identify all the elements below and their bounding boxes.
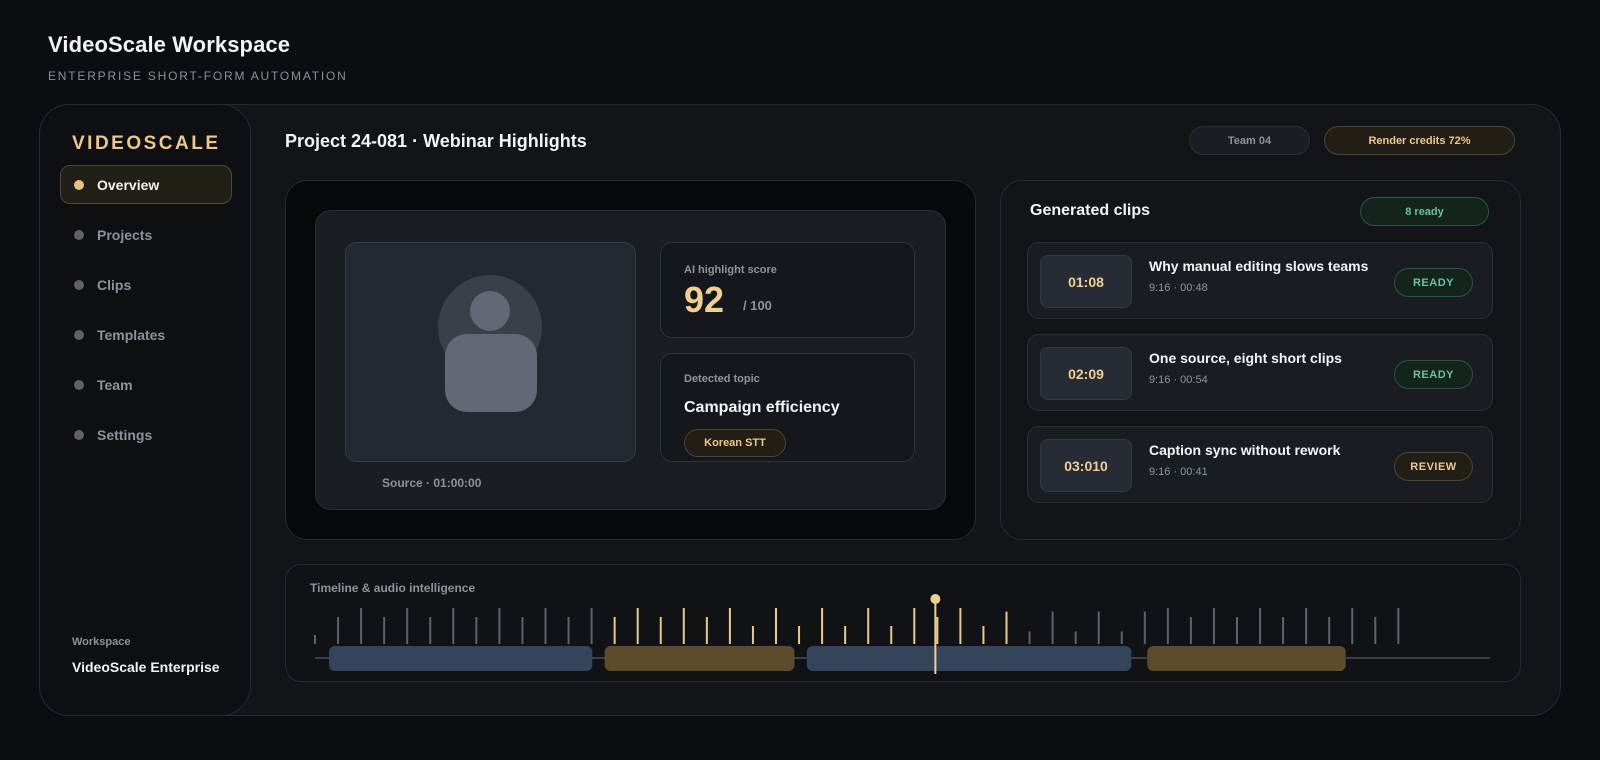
highlight-segment[interactable] — [1147, 646, 1346, 671]
playhead-handle[interactable] — [930, 594, 941, 604]
highlight-segment[interactable] — [604, 646, 795, 671]
timeline-waveform[interactable] — [0, 0, 1600, 760]
speech-segment[interactable] — [329, 646, 593, 671]
speech-segment[interactable] — [806, 646, 1132, 671]
